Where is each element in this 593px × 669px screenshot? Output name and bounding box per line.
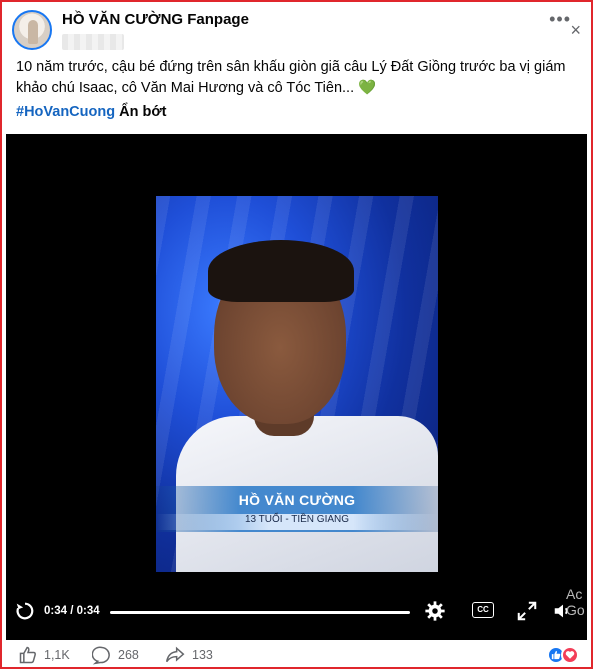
- blurred-timestamp: [62, 34, 124, 50]
- more-icon[interactable]: •••: [549, 10, 571, 28]
- lower-third-name: HỒ VĂN CƯỜNG: [238, 492, 356, 508]
- like-icon: [19, 646, 36, 664]
- post-header: HỒ VĂN CƯỜNG Fanpage: [12, 10, 249, 50]
- replay-icon[interactable]: [14, 600, 36, 622]
- video-watermark: Ac Go: [566, 586, 585, 618]
- love-reaction-icon: [561, 646, 579, 664]
- post-tags: #HoVanCuong Ẩn bớt: [16, 102, 166, 123]
- page-avatar[interactable]: [12, 10, 52, 50]
- share-button[interactable]: 133: [164, 645, 213, 665]
- comment-button[interactable]: 268: [92, 645, 139, 665]
- expand-icon[interactable]: [516, 600, 538, 622]
- comment-count: 268: [118, 648, 139, 662]
- video-controls: 0:34 / 0:34 CC: [6, 596, 587, 628]
- share-count: 133: [192, 648, 213, 662]
- video-frame: HỒ VĂN CƯỜNG 13 TUỔI - TIỀN GIANG: [156, 196, 438, 572]
- hashtag-link[interactable]: #HoVanCuong: [16, 104, 115, 120]
- video-time: 0:34 / 0:34: [44, 605, 100, 617]
- progress-bar[interactable]: [110, 611, 410, 614]
- closed-captions-icon[interactable]: CC: [472, 602, 494, 618]
- post-footer: 1,1K 268 133: [0, 640, 593, 669]
- lower-third-subtitle: 13 TUỔI - TIỀN GIANG: [244, 514, 350, 525]
- post-caption: 10 năm trước, cậu bé đứng trên sân khấu …: [16, 59, 566, 96]
- settings-gear-icon[interactable]: [424, 600, 446, 622]
- comment-icon: [92, 646, 110, 665]
- like-button[interactable]: 1,1K: [18, 645, 70, 665]
- like-count: 1,1K: [44, 648, 70, 662]
- post-meta: HỒ VĂN CƯỜNG Fanpage: [62, 11, 249, 50]
- reaction-summary[interactable]: [547, 646, 579, 664]
- see-less-button[interactable]: Ẩn bớt: [119, 104, 166, 120]
- page-name-link[interactable]: HỒ VĂN CƯỜNG Fanpage: [62, 11, 249, 29]
- video-player[interactable]: HỒ VĂN CƯỜNG 13 TUỔI - TIỀN GIANG: [6, 134, 587, 640]
- share-icon: [165, 646, 185, 663]
- close-icon[interactable]: ×: [570, 20, 581, 41]
